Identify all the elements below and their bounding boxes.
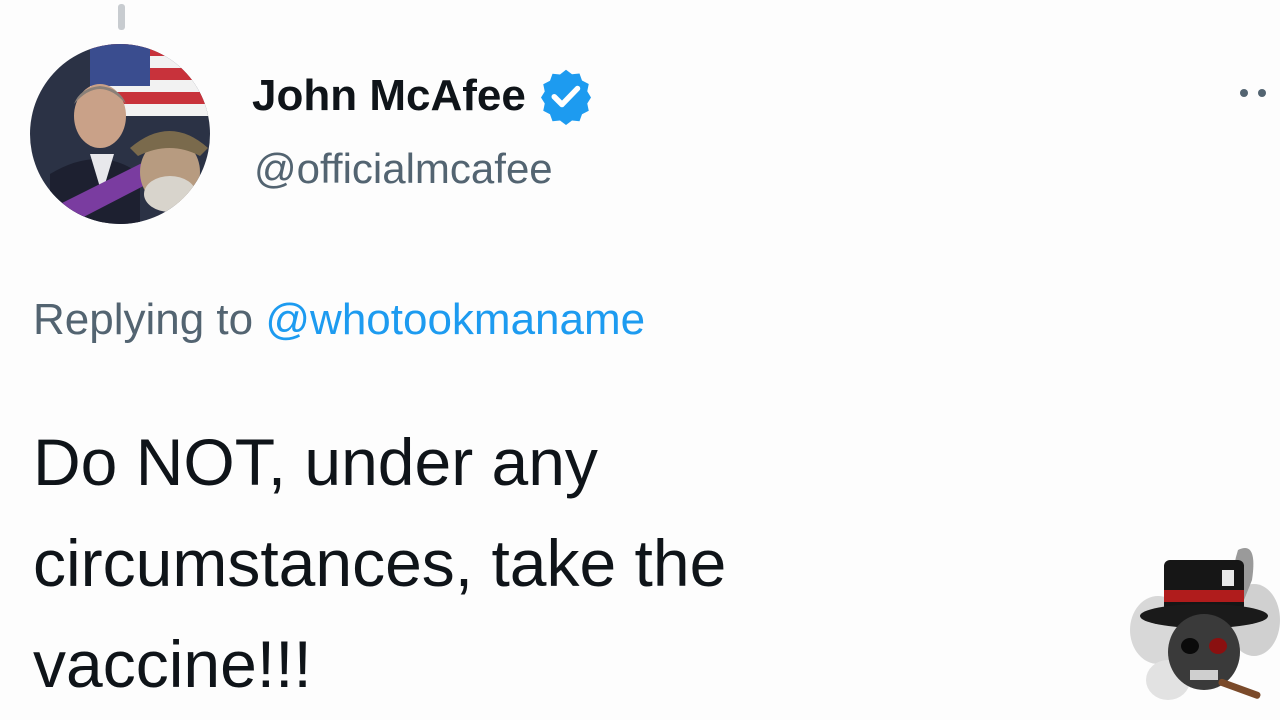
replying-to: Replying to @whotookmaname [33, 290, 645, 350]
replying-to-prefix: Replying to [33, 295, 254, 344]
channel-watermark-logo [1128, 540, 1280, 710]
tweet-text-line: Do NOT, under any [33, 425, 598, 499]
tweet-text-line: circumstances, take the [33, 526, 727, 600]
tweet-text-line: vaccine!!! [33, 627, 312, 701]
tweet-text: Do NOT, under any circumstances, take th… [33, 412, 1113, 715]
display-name-text[interactable]: John McAfee [252, 68, 526, 124]
reply-mention-link[interactable]: @whotookmaname [265, 295, 645, 344]
more-dot [1240, 89, 1248, 97]
verified-badge-icon [540, 69, 591, 125]
thread-connector-line [118, 4, 125, 30]
more-dot [1258, 89, 1266, 97]
avatar[interactable] [30, 44, 210, 224]
author-handle[interactable]: @officialmcafee [254, 142, 553, 196]
more-options-icon[interactable] [1240, 78, 1280, 108]
author-display-name[interactable]: John McAfee [252, 66, 596, 126]
